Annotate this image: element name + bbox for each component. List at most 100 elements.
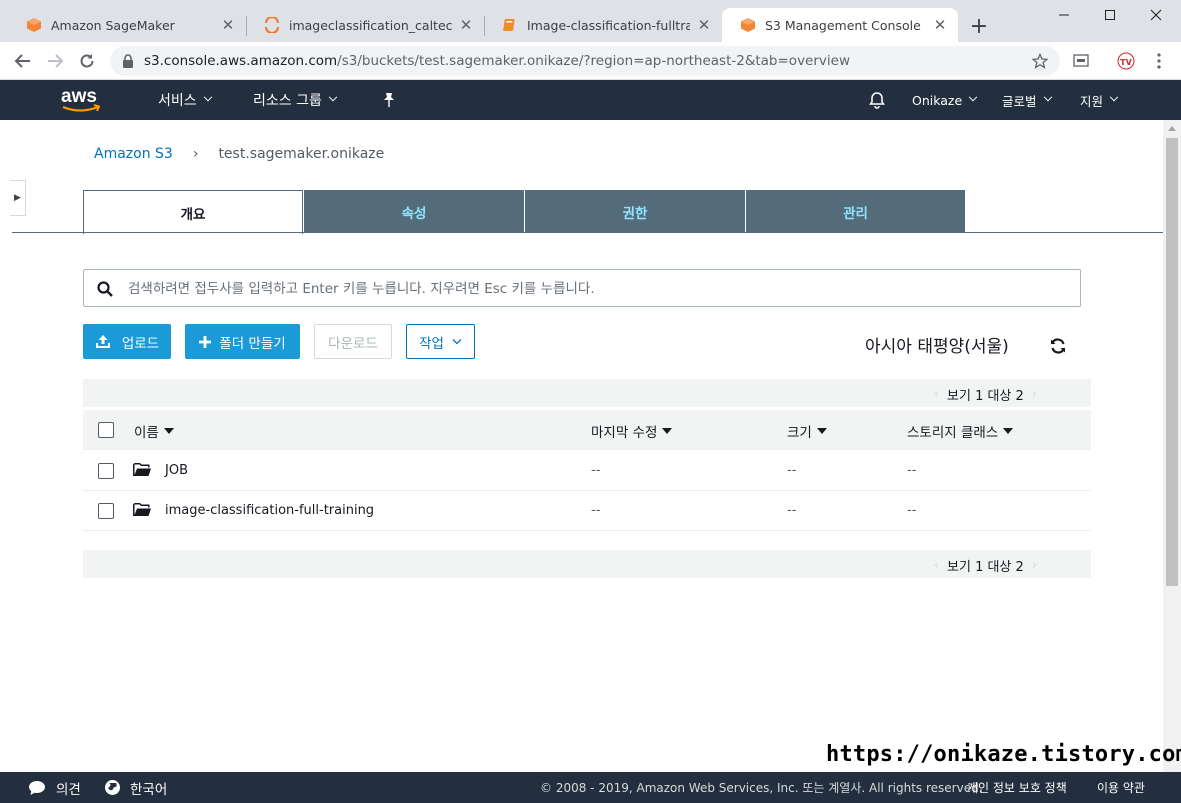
reload-icon [80, 54, 94, 68]
browser-menu-button[interactable] [1148, 50, 1170, 72]
back-button[interactable] [12, 50, 34, 72]
tab-permissions[interactable]: 권한 [525, 190, 746, 233]
tab-properties[interactable]: 속성 [304, 190, 525, 233]
chevron-left-icon[interactable]: ‹ [934, 387, 939, 402]
close-icon[interactable]: ✕ [932, 16, 948, 34]
forward-button[interactable] [44, 50, 66, 72]
tab-management[interactable]: 관리 [746, 190, 966, 233]
support-menu[interactable]: 지원 [1080, 80, 1119, 120]
pagination-bar-top: ‹ 보기 1 대상 2 › [83, 379, 1091, 407]
column-last-modified[interactable]: 마지막 수정 [591, 421, 673, 441]
chevron-down-icon [1109, 92, 1119, 102]
browser-tab-notebook[interactable]: Image-classification-fulltraining ✕ [484, 8, 722, 42]
chevron-down-icon [452, 339, 462, 345]
sidebar-toggle[interactable]: ▶ [10, 180, 26, 216]
window-close-button[interactable] [1133, 0, 1179, 30]
search-icon [97, 281, 113, 297]
column-size[interactable]: 크기 [787, 421, 827, 441]
object-name-link[interactable]: JOB [165, 463, 188, 478]
feedback-label: 의견 [56, 781, 81, 798]
pagination: ‹ 보기 1 대상 2 › [926, 385, 1045, 404]
lock-icon [123, 54, 133, 68]
extension-label: TV [1120, 58, 1132, 67]
column-name[interactable]: 이름 [134, 421, 174, 441]
chevron-down-icon [1043, 92, 1052, 102]
column-label: 이름 [134, 425, 159, 441]
upload-button[interactable]: 업로드 [83, 324, 171, 359]
tab-divider [12, 232, 1163, 233]
chevron-down-icon [203, 92, 212, 102]
tab-overview[interactable]: 개요 [83, 190, 303, 234]
services-menu[interactable]: 서비스 [158, 80, 212, 120]
browser-tab-title: S3 Management Console [765, 17, 921, 33]
jupyter-icon [264, 17, 280, 33]
cell-storage-class: -- [907, 503, 917, 518]
browser-tab-sagemaker[interactable]: Amazon SageMaker ✕ [8, 8, 246, 42]
column-label: 스토리지 클래스 [907, 425, 999, 441]
aws-console-footer: 의견 한국어 © 2008 - 2019, Amazon Web Service… [0, 772, 1181, 803]
account-name: Onikaze [912, 92, 963, 108]
pin-button[interactable] [382, 80, 396, 120]
chevron-right-icon[interactable]: › [1032, 387, 1037, 402]
new-tab-button[interactable]: + [968, 12, 990, 40]
row-checkbox[interactable] [98, 503, 114, 519]
download-button[interactable]: 다운로드 [314, 324, 392, 359]
services-label: 서비스 [158, 93, 197, 109]
scrollbar-thumb[interactable] [1166, 138, 1178, 586]
resource-groups-menu[interactable]: 리소스 그룹 [253, 80, 338, 120]
close-icon[interactable]: ✕ [458, 16, 474, 34]
url-text: s3.console.aws.amazon.com/s3/buckets/tes… [144, 53, 850, 69]
table-row: JOB -- -- -- [83, 451, 1091, 491]
sort-down-icon [1003, 428, 1014, 434]
address-bar[interactable]: s3.console.aws.amazon.com/s3/buckets/tes… [110, 46, 1060, 76]
pagination-text: 보기 1 대상 2 [947, 389, 1024, 404]
cell-size: -- [787, 503, 797, 518]
extension-button[interactable]: TV [1115, 50, 1137, 72]
reload-button[interactable] [76, 50, 98, 72]
resource-groups-label: 리소스 그룹 [253, 93, 322, 109]
account-menu[interactable]: Onikaze [912, 80, 978, 120]
search-box [83, 269, 1081, 307]
pagination-text: 보기 1 대상 2 [947, 560, 1024, 575]
feedback-button[interactable]: 의견 [28, 772, 81, 803]
terms-of-use-link[interactable]: 이용 약관 [1097, 772, 1145, 803]
maximize-button[interactable] [1087, 0, 1133, 30]
notebook-icon [502, 17, 518, 33]
star-icon[interactable] [1032, 53, 1048, 69]
search-input[interactable] [128, 278, 1028, 300]
refresh-icon[interactable] [1048, 336, 1068, 356]
s3-bucket-overview: ▶ Amazon S3 › test.sagemaker.onikaze 개요 … [0, 120, 1163, 772]
aws-logo[interactable]: aws [60, 80, 104, 120]
close-icon[interactable]: ✕ [696, 16, 712, 34]
object-name-link[interactable]: image-classification-full-training [165, 503, 374, 518]
actions-label: 작업 [419, 335, 444, 352]
row-checkbox[interactable] [98, 463, 114, 479]
chevron-left-icon[interactable]: ‹ [934, 558, 939, 573]
folder-icon [133, 503, 151, 516]
cast-button[interactable] [1070, 50, 1092, 72]
minimize-button[interactable] [1041, 0, 1087, 30]
caret-right-icon: ▶ [14, 193, 21, 203]
create-folder-button[interactable]: 폴더 만들기 [185, 324, 300, 359]
column-storage-class[interactable]: 스토리지 클래스 [907, 421, 1014, 441]
page-scrollbar[interactable] [1163, 120, 1181, 772]
breadcrumb-s3-link[interactable]: Amazon S3 [94, 146, 173, 162]
chevron-right-icon[interactable]: › [1032, 558, 1037, 573]
upload-icon [95, 335, 110, 348]
aws-logo-text: aws [61, 86, 97, 107]
sort-down-icon [163, 428, 174, 434]
select-all-checkbox[interactable] [98, 422, 114, 438]
browser-tab-s3-console[interactable]: S3 Management Console ✕ [722, 8, 958, 42]
bucket-region: 아시아 태평양(서울) [865, 337, 1009, 357]
notifications-button[interactable] [868, 80, 886, 120]
privacy-policy-link[interactable]: 개인 정보 보호 정책 [967, 772, 1067, 803]
chevron-right-icon: › [192, 146, 199, 162]
language-selector[interactable]: 한국어 [104, 772, 167, 803]
browser-tab-jupyter[interactable]: imageclassification_caltech_2019 ✕ [246, 8, 484, 42]
close-icon[interactable]: ✕ [220, 16, 236, 34]
actions-dropdown[interactable]: 작업 [406, 324, 475, 359]
upload-label: 업로드 [121, 335, 160, 352]
region-menu[interactable]: 글로벌 [1002, 80, 1052, 120]
scroll-up-icon[interactable] [1168, 125, 1176, 131]
table-header: 이름 마지막 수정 크기 스토리지 클래스 [83, 410, 1091, 450]
